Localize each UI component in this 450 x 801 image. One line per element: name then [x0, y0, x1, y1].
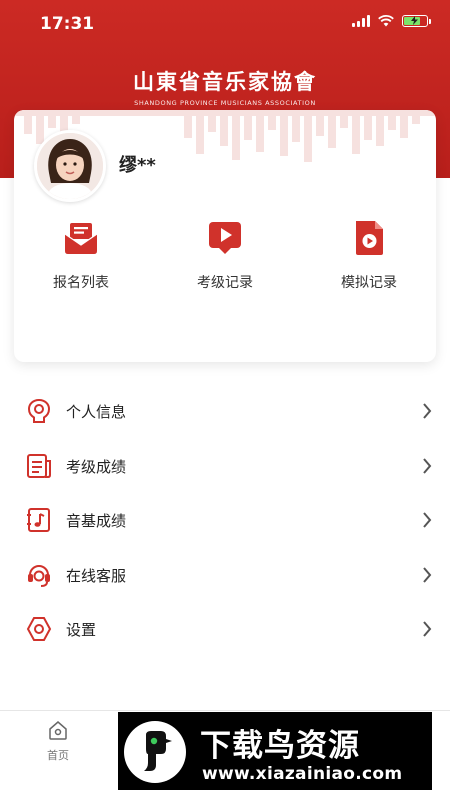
exam-score-icon	[27, 453, 51, 478]
profile-card: 缪** 报名列表 考级记录 模拟记录	[14, 110, 436, 362]
menu-label: 音基成绩	[66, 512, 127, 530]
username: 缪**	[119, 155, 156, 176]
chevron-right-icon	[423, 566, 432, 583]
video-play-icon	[209, 222, 241, 254]
menu-item-online-service[interactable]: 在线客服	[0, 548, 450, 603]
customer-service-icon	[28, 564, 50, 587]
file-play-icon	[356, 221, 383, 255]
menu-item-music-theory-scores[interactable]: 音基成绩	[0, 493, 450, 548]
menu-label: 考级成绩	[66, 457, 127, 476]
menu-label: 个人信息	[66, 403, 127, 421]
menu-item-exam-scores[interactable]: 考级成绩	[0, 439, 450, 494]
menu-label: 在线客服	[66, 566, 127, 585]
chevron-right-icon	[423, 512, 432, 528]
quick-action-mock-records[interactable]: 模拟记录	[314, 218, 424, 292]
tab-home[interactable]: 首页	[38, 719, 78, 763]
menu-list: 个人信息 考级成绩 音基成绩 在线客服 设置	[0, 384, 450, 657]
watermark-banner: 下载鸟资源 www.xiazainiao.com	[118, 712, 432, 790]
quick-action-label: 模拟记录	[341, 275, 397, 291]
status-time: 17:31	[40, 14, 95, 34]
chevron-right-icon	[423, 403, 432, 419]
watermark-title: 下载鸟资源	[200, 728, 360, 764]
association-logo: 山東省音乐家協會 SHANDONG PROVINCE MUSICIANS ASS…	[0, 66, 450, 107]
personal-info-icon	[27, 398, 51, 423]
home-icon	[49, 721, 67, 740]
quick-action-label: 考级记录	[197, 275, 253, 291]
avatar-photo	[37, 133, 103, 199]
quick-action-exam-records[interactable]: 考级记录	[170, 218, 280, 292]
cellular-signal-icon	[352, 15, 370, 27]
quick-action-registration-list[interactable]: 报名列表	[26, 218, 136, 292]
menu-item-personal-info[interactable]: 个人信息	[0, 384, 450, 439]
menu-label: 设置	[66, 621, 97, 639]
logo-subtitle: SHANDONG PROVINCE MUSICIANS ASSOCIATION	[134, 99, 316, 107]
chevron-right-icon	[423, 621, 432, 637]
bird-logo-icon	[124, 721, 186, 783]
music-theory-score-icon	[27, 508, 50, 532]
chevron-right-icon	[423, 457, 432, 474]
avatar[interactable]	[34, 130, 106, 202]
settings-icon	[26, 617, 52, 641]
watermark-url: www.xiazainiao.com	[202, 764, 403, 784]
battery-icon	[402, 15, 431, 27]
wifi-icon	[378, 15, 394, 27]
status-bar: 17:31	[0, 0, 450, 48]
tab-home-label: 首页	[47, 749, 69, 762]
status-icons	[352, 15, 431, 27]
quick-action-label: 报名列表	[53, 275, 109, 291]
logo-title: 山東省音乐家協會	[133, 69, 317, 94]
menu-item-settings[interactable]: 设置	[0, 602, 450, 657]
mail-icon	[64, 223, 98, 254]
